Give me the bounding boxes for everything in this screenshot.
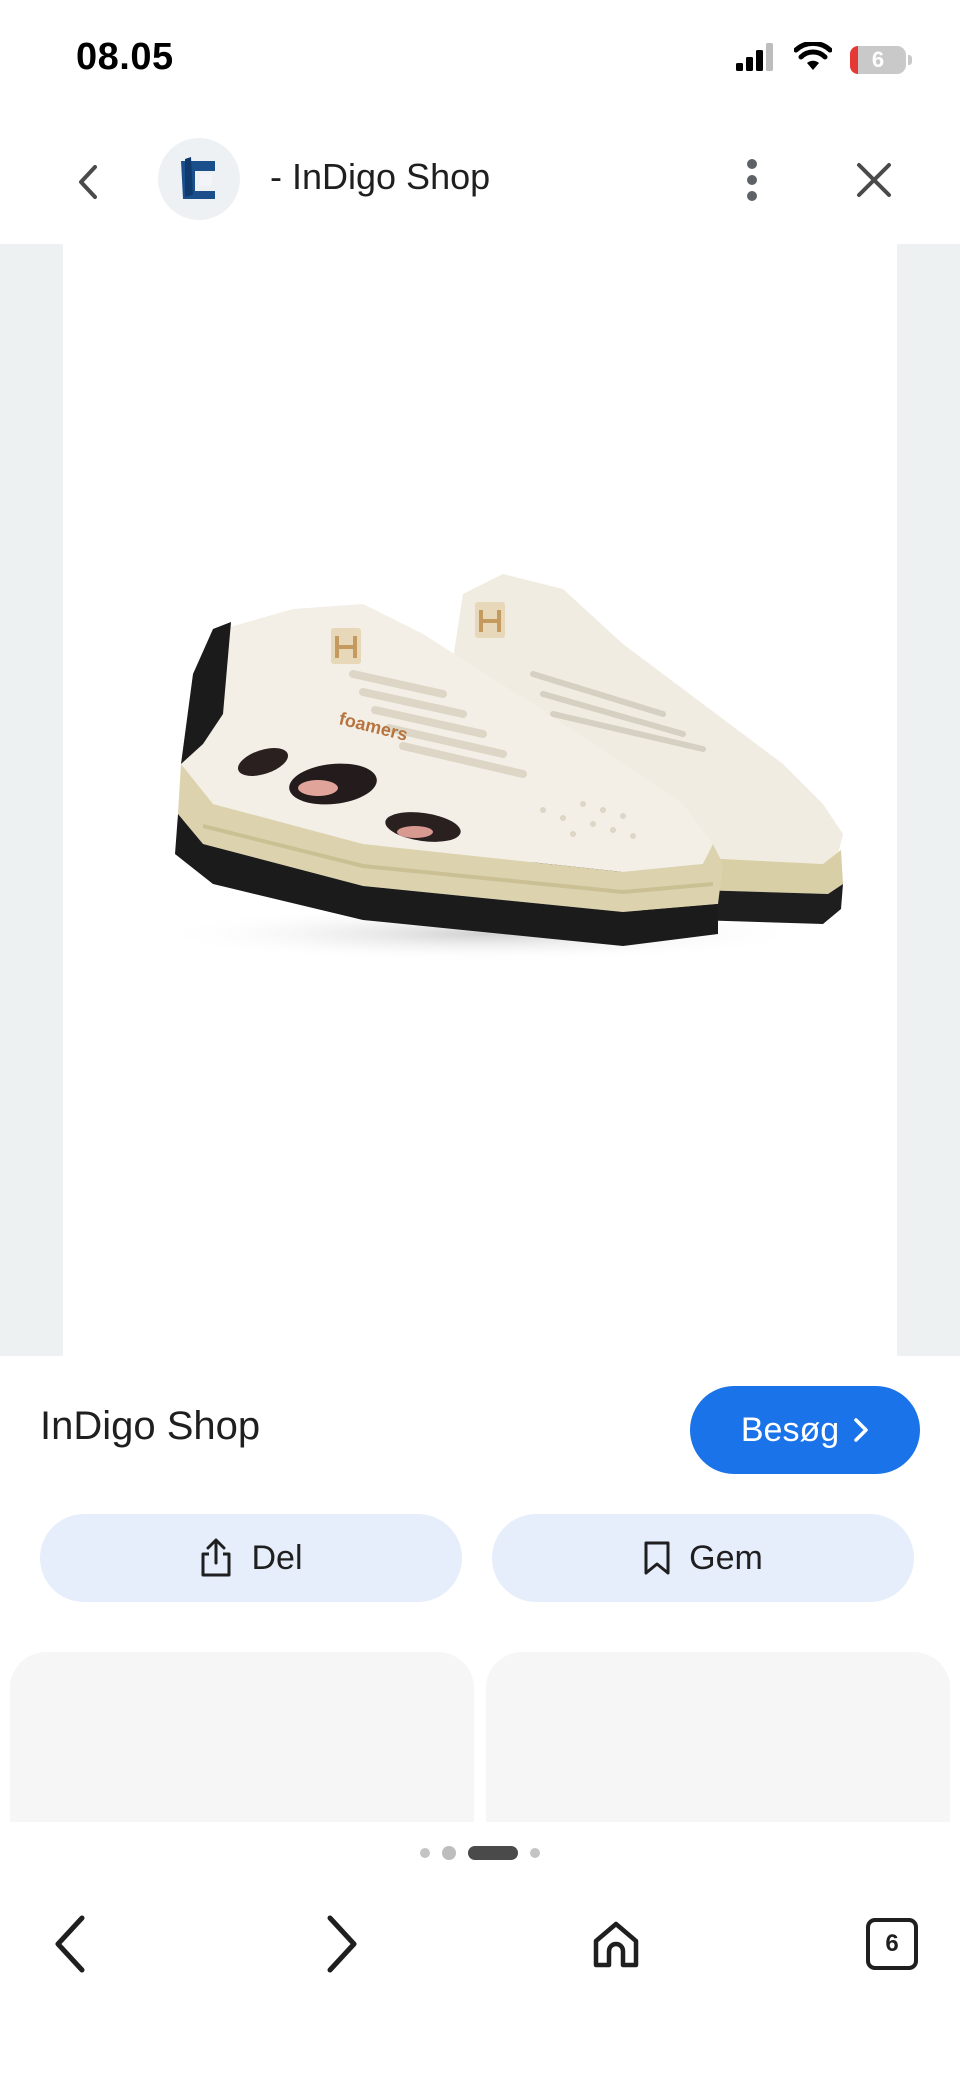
wifi-icon <box>793 40 833 77</box>
signal-icon <box>736 43 776 76</box>
tab-count: 6 <box>885 1930 899 1957</box>
product-image: foamers <box>153 574 843 962</box>
page-title: - InDigo Shop <box>270 156 491 197</box>
page-dot-active <box>468 1846 518 1860</box>
tabs-icon: 6 <box>866 1918 918 1970</box>
more-vertical-icon <box>747 159 757 201</box>
top-bar: - InDigo Shop <box>0 120 960 244</box>
save-button[interactable]: Gem <box>492 1514 914 1602</box>
page-dot <box>420 1848 430 1858</box>
visit-button[interactable]: Besøg <box>690 1386 920 1474</box>
site-logo[interactable] <box>158 138 240 220</box>
status-time: 08.05 <box>76 36 174 78</box>
close-button[interactable] <box>846 152 902 208</box>
top-back-button[interactable] <box>62 156 114 208</box>
browser-forward-button[interactable] <box>302 1904 382 1984</box>
share-icon <box>201 1538 231 1577</box>
share-button-label: Del <box>251 1538 303 1577</box>
share-button[interactable]: Del <box>40 1514 462 1602</box>
site-logo-mark <box>181 157 215 199</box>
chevron-right-icon <box>854 1418 868 1442</box>
product-image-card: foamers <box>63 244 897 1356</box>
back-icon <box>79 165 97 199</box>
forward-icon <box>327 1915 357 1973</box>
battery-fill <box>850 45 858 74</box>
back-icon <box>55 1915 85 1973</box>
battery-level: 6 <box>871 46 885 72</box>
status-icons: 6 <box>736 40 912 77</box>
close-icon <box>857 163 891 197</box>
bookmark-icon <box>644 1541 670 1575</box>
status-bar: 08.05 6 <box>0 0 960 120</box>
save-button-label: Gem <box>689 1538 763 1577</box>
page-dot <box>530 1848 540 1858</box>
page-dot <box>442 1846 456 1860</box>
image-viewer[interactable]: foamers <box>0 244 960 1356</box>
shop-name: InDigo Shop <box>40 1404 261 1448</box>
more-button[interactable] <box>730 152 774 208</box>
page-indicator <box>0 1846 960 1860</box>
browser-back-button[interactable] <box>30 1904 110 1984</box>
screen: 08.05 6 - InDigo Shop foamers InDigo Sho… <box>0 0 960 2078</box>
home-icon <box>593 1921 639 1968</box>
battery-tip <box>908 54 912 65</box>
visit-button-label: Besøg <box>740 1410 840 1449</box>
battery-icon: 6 <box>850 45 906 74</box>
home-button[interactable] <box>576 1904 656 1984</box>
tabs-button[interactable]: 6 <box>852 1904 932 1984</box>
bottom-navigation: 6 <box>0 1822 960 2078</box>
